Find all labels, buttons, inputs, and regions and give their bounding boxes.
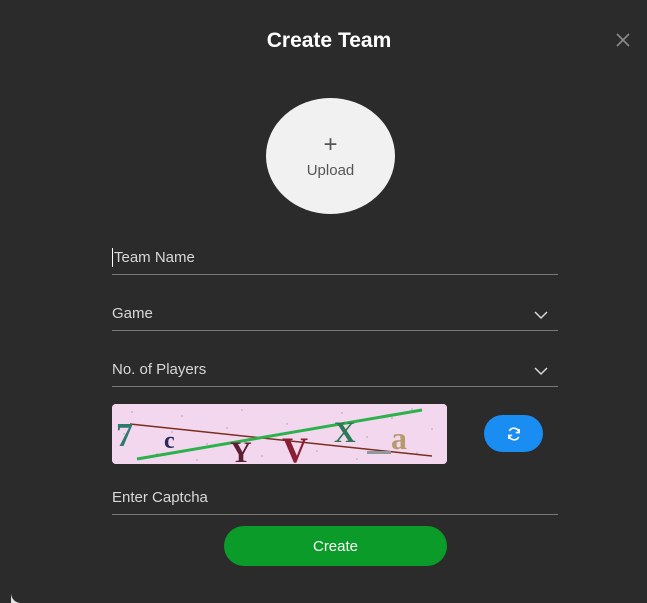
captcha-char: V bbox=[282, 430, 308, 464]
captcha-char: Y bbox=[230, 436, 252, 464]
refresh-icon bbox=[507, 426, 520, 441]
game-select-label: Game bbox=[112, 305, 153, 322]
create-button[interactable]: Create bbox=[224, 526, 447, 566]
chevron-down-icon bbox=[534, 311, 548, 320]
team-name-field[interactable]: Team Name bbox=[112, 236, 558, 275]
plus-icon: + bbox=[323, 130, 338, 158]
page-backdrop bbox=[0, 0, 11, 603]
captcha-char: c bbox=[164, 428, 175, 454]
captcha-input-placeholder: Enter Captcha bbox=[112, 489, 208, 506]
game-select[interactable]: Game bbox=[112, 292, 558, 331]
text-cursor bbox=[112, 248, 113, 267]
captcha-char: a bbox=[391, 420, 407, 456]
refresh-captcha-button[interactable] bbox=[484, 415, 543, 452]
team-name-placeholder: Team Name bbox=[114, 249, 195, 266]
chevron-down-icon bbox=[534, 367, 548, 376]
create-team-dialog: Create Team + Upload Team Name Game No. … bbox=[11, 0, 647, 603]
captcha-image: 7 c Y V X a bbox=[112, 404, 447, 464]
dialog-title: Create Team bbox=[266, 29, 392, 52]
upload-avatar-button[interactable]: + Upload bbox=[266, 98, 395, 214]
players-select[interactable]: No. of Players bbox=[112, 348, 558, 387]
players-select-label: No. of Players bbox=[112, 361, 207, 378]
captcha-char: 7 bbox=[116, 417, 133, 454]
captcha-input[interactable]: Enter Captcha bbox=[112, 476, 558, 515]
close-icon[interactable] bbox=[613, 30, 633, 50]
captcha-char: X bbox=[334, 416, 356, 449]
upload-label: Upload bbox=[306, 161, 355, 179]
